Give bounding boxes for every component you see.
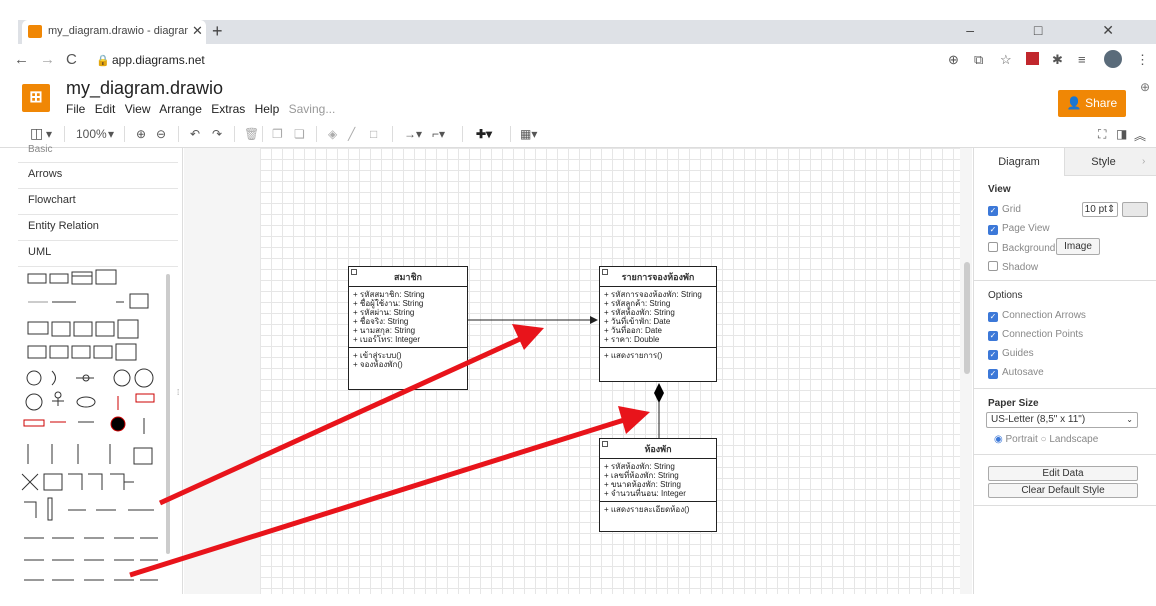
page-view-checkbox[interactable]: ✓ Page View — [988, 223, 1050, 235]
option-label: Autosave — [1002, 367, 1044, 378]
grid-color-button[interactable] — [1122, 202, 1148, 217]
guides-checkbox[interactable]: ✓ Guides — [988, 348, 1034, 360]
autosave-checkbox[interactable]: ✓ Autosave — [988, 367, 1044, 379]
paper-size-select[interactable]: US-Letter (8,5" x 11") ⌄ — [986, 412, 1138, 428]
checkbox-unchecked-icon[interactable] — [988, 242, 998, 252]
grid-checkbox[interactable]: ✓ Grid — [988, 204, 1021, 216]
tab-style[interactable]: Style — [1064, 148, 1142, 176]
divider — [974, 505, 1156, 506]
edit-data-button[interactable]: Edit Data — [988, 466, 1138, 481]
connection-points-checkbox[interactable]: ✓ Connection Points — [988, 329, 1083, 341]
arrowhead-icon — [590, 316, 598, 324]
option-label: Connection Arrows — [1002, 310, 1086, 321]
image-button[interactable]: Image — [1056, 238, 1100, 255]
shadow-label: Shadow — [1002, 262, 1039, 273]
divider — [974, 454, 1156, 455]
paper-size-value: US-Letter (8,5" x 11") — [991, 414, 1086, 425]
option-label: Connection Points — [1002, 329, 1084, 340]
divider — [974, 388, 1156, 389]
format-panel: Diagram Style › View ✓ Grid 10 pt⇕ ✓ Page … — [973, 148, 1156, 594]
background-checkbox[interactable]: Background — [988, 242, 1055, 254]
checkbox-checked-icon[interactable]: ✓ — [988, 206, 998, 216]
chevron-down-icon: ⌄ — [1126, 415, 1133, 424]
grid-size-value: 10 pt — [1084, 204, 1107, 215]
clear-default-style-button[interactable]: Clear Default Style — [988, 483, 1138, 498]
view-heading: View — [988, 184, 1011, 195]
checkbox-checked-icon[interactable]: ✓ — [988, 225, 998, 235]
composition-diamond-icon — [654, 383, 664, 403]
stepper-icon[interactable]: ⇕ — [1107, 204, 1115, 215]
tab-diagram[interactable]: Diagram — [974, 148, 1064, 176]
portrait-label[interactable]: Portrait — [1006, 434, 1038, 445]
paper-size-heading: Paper Size — [988, 398, 1039, 409]
shadow-checkbox[interactable]: Shadow — [988, 261, 1038, 273]
grid-size-input[interactable]: 10 pt⇕ — [1082, 202, 1118, 217]
checkbox-checked-icon[interactable]: ✓ — [988, 312, 998, 322]
checkbox-checked-icon[interactable]: ✓ — [988, 331, 998, 341]
tabs-more-icon[interactable]: › — [1142, 148, 1156, 176]
checkbox-checked-icon[interactable]: ✓ — [988, 369, 998, 379]
landscape-label[interactable]: Landscape — [1049, 434, 1098, 445]
screenshot: my_diagram.drawio - diagrams.n ✕ + – □ ✕… — [0, 0, 1156, 606]
page-view-label: Page View — [1002, 223, 1050, 234]
orientation-group: ◉ Portrait ○ Landscape — [994, 434, 1098, 445]
checkbox-unchecked-icon[interactable] — [988, 261, 998, 271]
grid-label: Grid — [1002, 204, 1021, 215]
options-heading: Options — [988, 290, 1023, 301]
checkbox-checked-icon[interactable]: ✓ — [988, 350, 998, 360]
background-label: Background — [1002, 243, 1056, 254]
connection-arrows-checkbox[interactable]: ✓ Connection Arrows — [988, 310, 1086, 322]
radio-selected-icon[interactable]: ◉ — [994, 434, 1003, 445]
radio-unselected-icon[interactable]: ○ — [1041, 434, 1047, 445]
option-label: Guides — [1002, 348, 1034, 359]
divider — [974, 280, 1156, 281]
